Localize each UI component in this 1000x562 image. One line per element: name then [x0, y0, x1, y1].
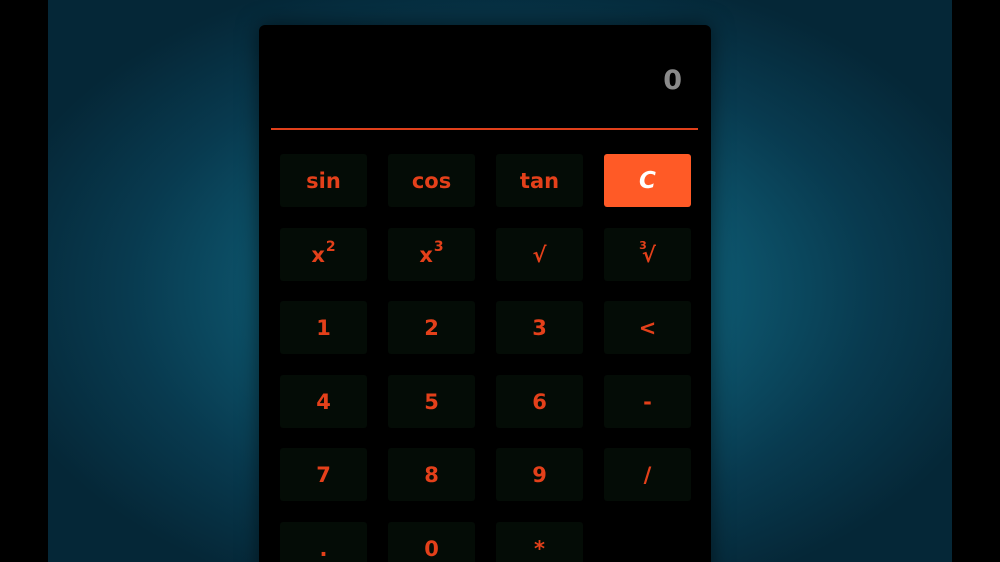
digit-4-button[interactable]: 4	[280, 375, 367, 428]
minus-label: -	[643, 389, 652, 414]
tan-label: tan	[519, 168, 560, 193]
square-button[interactable]: x2	[280, 228, 367, 281]
square-base: x	[311, 242, 325, 267]
decimal-button[interactable]: .	[280, 522, 367, 562]
digit-9-label: 9	[532, 462, 547, 487]
digit-8-label: 8	[424, 462, 439, 487]
digit-6-label: 6	[532, 389, 547, 414]
clear-label: C	[639, 167, 656, 194]
minus-button[interactable]: -	[604, 375, 691, 428]
background: 0 sin cos tan C x2 x3 √ 3 √ 1 2 3 < 4 5 6…	[48, 0, 952, 562]
digit-0-button[interactable]: 0	[388, 522, 475, 562]
cube-base: x	[419, 242, 433, 267]
digit-0-label: 0	[424, 536, 439, 561]
backspace-button[interactable]: <	[604, 301, 691, 354]
decimal-label: .	[319, 536, 328, 561]
digit-5-label: 5	[424, 389, 439, 414]
digit-1-label: 1	[316, 315, 331, 340]
cos-button[interactable]: cos	[388, 154, 475, 207]
display: 0	[271, 25, 698, 130]
multiply-label: *	[534, 536, 545, 561]
digit-6-button[interactable]: 6	[496, 375, 583, 428]
digit-7-button[interactable]: 7	[280, 448, 367, 501]
digit-1-button[interactable]: 1	[280, 301, 367, 354]
digit-8-button[interactable]: 8	[388, 448, 475, 501]
sin-label: sin	[306, 168, 341, 193]
digit-4-label: 4	[316, 389, 331, 414]
display-value: 0	[663, 65, 682, 96]
backspace-label: <	[638, 315, 657, 340]
calculator: 0 sin cos tan C x2 x3 √ 3 √ 1 2 3 < 4 5 6…	[259, 25, 711, 562]
cos-label: cos	[411, 168, 452, 193]
cube-exponent: 3	[433, 238, 444, 255]
digit-7-label: 7	[316, 462, 331, 487]
square-exponent: 2	[325, 238, 336, 255]
cube-button[interactable]: x3	[388, 228, 475, 281]
multiply-button[interactable]: *	[496, 522, 583, 562]
digit-9-button[interactable]: 9	[496, 448, 583, 501]
digit-5-button[interactable]: 5	[388, 375, 475, 428]
cbrt-index: 3	[639, 239, 647, 252]
tan-button[interactable]: tan	[496, 154, 583, 207]
divide-label: /	[643, 462, 652, 487]
digit-3-label: 3	[532, 315, 547, 340]
sqrt-button[interactable]: √	[496, 228, 583, 281]
digit-2-button[interactable]: 2	[388, 301, 475, 354]
sqrt-label: √	[532, 242, 547, 267]
cbrt-button[interactable]: 3 √	[604, 228, 691, 281]
divide-button[interactable]: /	[604, 448, 691, 501]
clear-button[interactable]: C	[604, 154, 691, 207]
digit-2-label: 2	[424, 315, 439, 340]
digit-3-button[interactable]: 3	[496, 301, 583, 354]
sin-button[interactable]: sin	[280, 154, 367, 207]
